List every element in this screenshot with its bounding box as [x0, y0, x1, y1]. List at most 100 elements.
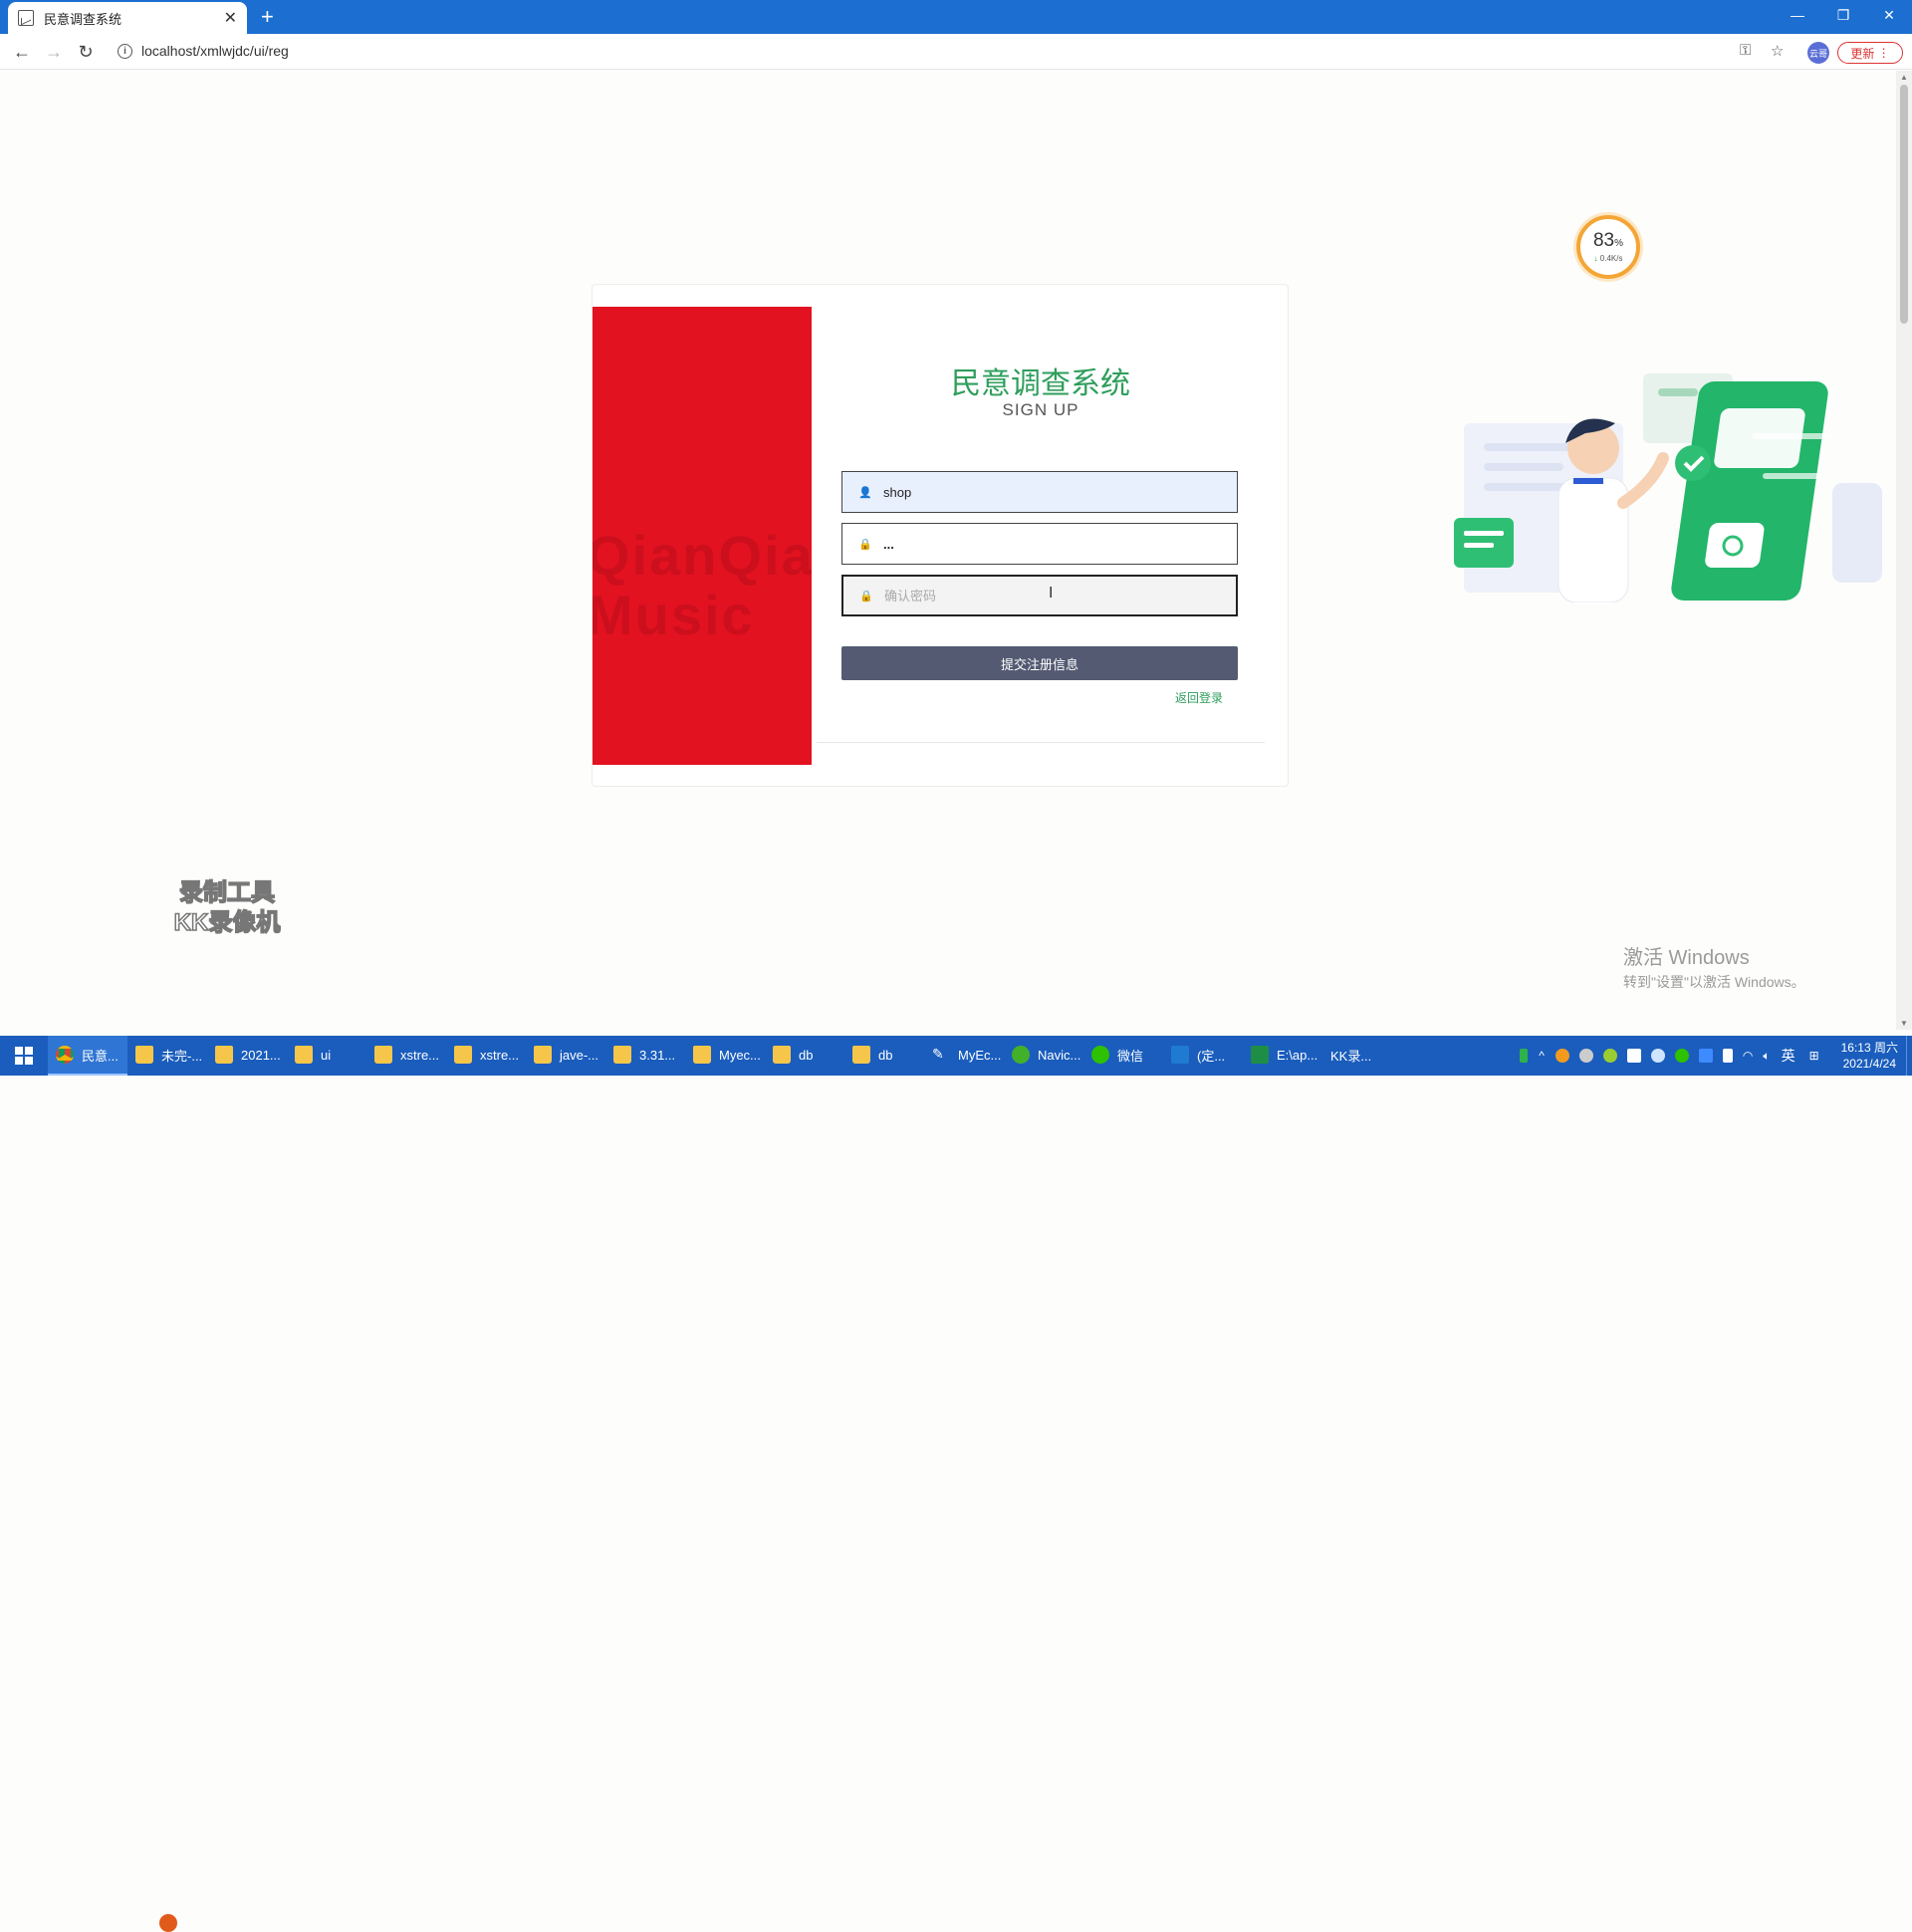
tray-expand-icon[interactable]: ^ [1539, 1049, 1545, 1063]
update-button[interactable]: 更新 ⋮ [1837, 42, 1903, 64]
taskbar-item[interactable]: 未完-... [127, 1036, 207, 1076]
windows-taskbar: 民意... 未完-... 2021... ui xstre... xstre... jave… [0, 1036, 1912, 1932]
wifi-icon[interactable]: ◠ [1743, 1049, 1753, 1063]
taskbar-item-label: 微信 [1117, 1048, 1144, 1064]
taskbar-item-label: Navic... [1038, 1047, 1081, 1063]
folder-icon [613, 1046, 631, 1064]
system-clock[interactable]: 16:13 周六 2021/4/24 [1841, 1040, 1898, 1072]
taskbar-item[interactable]: ui [287, 1036, 366, 1076]
back-icon[interactable]: ← [10, 40, 34, 64]
folder-icon [534, 1046, 552, 1064]
taskbar-item-label: E:\ap... [1277, 1047, 1318, 1063]
reload-icon[interactable]: ↻ [74, 40, 98, 64]
banner-ghost-text: QianQia Music [593, 524, 812, 646]
recorder-watermark: 录制工具 KK录像机 [173, 878, 281, 937]
navicat-icon [1012, 1046, 1030, 1064]
tray-app-icon[interactable] [1554, 1049, 1569, 1063]
taskbar-item[interactable]: 微信 [1083, 1036, 1163, 1076]
taskbar-item[interactable]: xstre... [446, 1036, 526, 1076]
ime-indicator[interactable]: 英 [1782, 1046, 1795, 1066]
taskbar-item-label: 民意... [82, 1048, 119, 1064]
system-tray: ^ ◠ 🔈︎ 英 ⊞ 16:13 周六 2021/4/24 [1515, 1036, 1912, 1076]
taskbar-item[interactable]: jave-... [526, 1036, 605, 1076]
lock-icon: 🔒 [858, 538, 872, 551]
browser-tab-bar: 民意调查系统 ✕ + — ❐ ✕ [0, 0, 1912, 34]
folder-icon [374, 1046, 392, 1064]
vertical-scrollbar[interactable]: ▲ ▼ [1896, 71, 1912, 1030]
divider [817, 742, 1265, 743]
taskbar-item[interactable]: 2021... [207, 1036, 287, 1076]
page-favicon-icon [18, 10, 34, 26]
confirm-password-input[interactable] [884, 588, 1183, 604]
taskbar-item-label: db [799, 1047, 814, 1063]
taskbar-item-label: MyEc... [958, 1047, 1002, 1063]
taskbar-item[interactable]: ✎ MyEc... [924, 1036, 1004, 1076]
taskbar-item[interactable]: Myec... [685, 1036, 765, 1076]
folder-icon [454, 1046, 472, 1064]
taskbar-item[interactable]: 民意... [48, 1036, 127, 1076]
tab-close-icon[interactable]: ✕ [224, 8, 237, 28]
network-icon[interactable] [1722, 1049, 1733, 1063]
taskbar-item-label: db [878, 1047, 893, 1063]
tray-app-icon[interactable] [1578, 1049, 1593, 1063]
back-to-login-link[interactable]: 返回登录 [1175, 689, 1223, 706]
update-label: 更新 [1850, 46, 1875, 61]
address-bar[interactable]: localhost/xmlwjdc/ui/reg [141, 43, 289, 59]
submit-button[interactable]: 提交注册信息 [841, 646, 1238, 680]
taskbar-item-label: ui [321, 1047, 332, 1063]
taskbar-item[interactable]: 3.31... [605, 1036, 685, 1076]
tray-app-icon[interactable] [1626, 1049, 1641, 1063]
survey-illustration [1454, 373, 1882, 603]
username-field[interactable]: 👤 [841, 471, 1238, 513]
taskbar-item[interactable]: E:\ap... [1243, 1036, 1322, 1076]
tab-title: 民意调查系统 [44, 11, 122, 27]
forward-icon[interactable]: → [42, 40, 66, 64]
show-desktop-button[interactable] [1906, 1036, 1912, 1076]
confirm-password-field[interactable]: 🔒 [841, 575, 1238, 616]
taskbar-item[interactable]: Navic... [1004, 1036, 1083, 1076]
feather-icon: ✎ [932, 1046, 944, 1062]
scrollbar-thumb[interactable] [1900, 85, 1908, 324]
taskbar-item[interactable]: db [765, 1036, 844, 1076]
restore-icon[interactable]: ❐ [1820, 0, 1866, 30]
minimize-icon[interactable]: — [1775, 0, 1820, 30]
tray-app-icon[interactable] [1698, 1049, 1713, 1063]
tab-active[interactable]: 民意调查系统 ✕ [8, 2, 247, 34]
keyboard-icon[interactable]: ⊞ [1809, 1049, 1819, 1063]
start-button[interactable] [0, 1036, 48, 1076]
password-input[interactable] [883, 536, 1182, 552]
network-speed-widget[interactable]: 83% ↓ 0.4K/s [1576, 215, 1640, 279]
user-icon: 👤 [858, 486, 872, 499]
folder-icon [852, 1046, 870, 1064]
taskbar-item[interactable]: db [844, 1036, 924, 1076]
taskbar-item[interactable]: (定... [1163, 1036, 1243, 1076]
folder-icon [773, 1046, 791, 1064]
taskbar-item[interactable]: KK录... [159, 1036, 1402, 1932]
scroll-up-icon[interactable]: ▲ [1900, 73, 1908, 82]
tray-app-icon[interactable] [1650, 1049, 1665, 1063]
volume-icon[interactable]: 🔈︎ [1763, 1049, 1770, 1064]
page-subtitle: SIGN UP [1002, 400, 1079, 419]
username-input[interactable] [883, 484, 1182, 500]
taskbar-item-label: (定... [1197, 1048, 1226, 1064]
tray-app-icon[interactable] [1602, 1049, 1617, 1063]
vs-icon [1171, 1046, 1189, 1064]
key-icon[interactable]: ⚿ [1740, 42, 1751, 59]
battery-icon[interactable] [1520, 1049, 1529, 1063]
browser-toolbar: ← → ↻ i localhost/xmlwjdc/ui/reg ⚿ ☆ 云哥 … [0, 34, 1912, 70]
taskbar-item-label: 2021... [241, 1047, 281, 1063]
profile-avatar[interactable]: 云哥 [1807, 42, 1829, 64]
wechat-tray-icon[interactable] [1674, 1049, 1689, 1063]
bookmark-star-icon[interactable]: ☆ [1771, 42, 1784, 60]
taskbar-item[interactable]: xstre... [366, 1036, 446, 1076]
taskbar-item-label: KK录... [1330, 1048, 1372, 1064]
lock-icon: 🔒 [859, 590, 873, 603]
site-info-icon[interactable]: i [118, 44, 132, 59]
new-tab-button[interactable]: + [261, 4, 274, 30]
close-window-icon[interactable]: ✕ [1866, 0, 1912, 30]
password-field[interactable]: 🔒 [841, 523, 1238, 565]
scroll-down-icon[interactable]: ▼ [1900, 1019, 1908, 1028]
speed-percent: 83% [1592, 230, 1624, 251]
folder-icon [295, 1046, 313, 1064]
wechat-icon [1091, 1046, 1109, 1064]
